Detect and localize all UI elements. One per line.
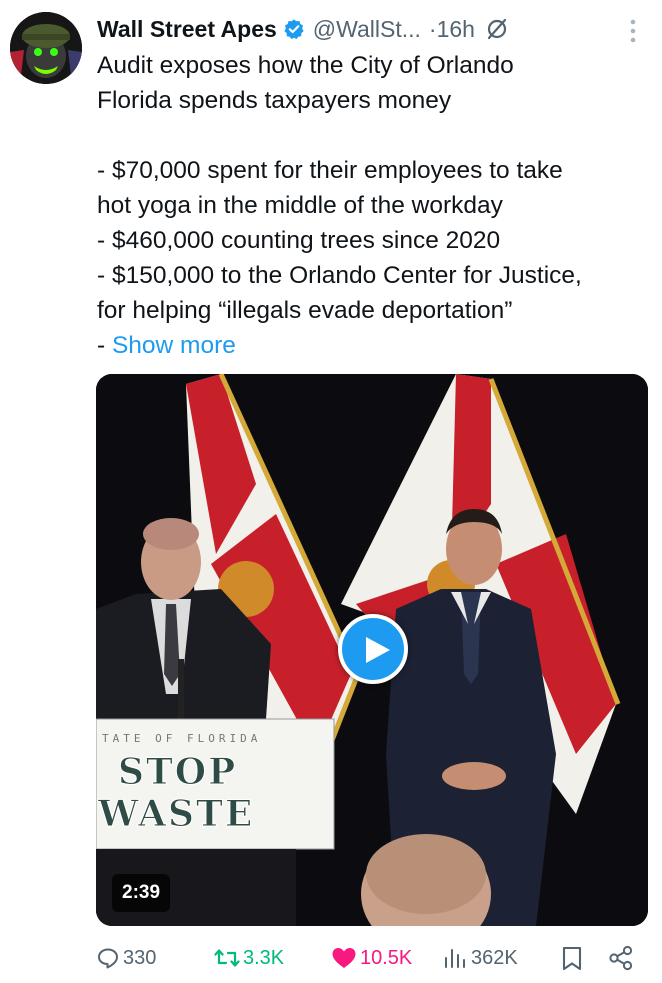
- heart-icon: [332, 948, 356, 968]
- repost-count: 3.3K: [243, 946, 285, 969]
- video-duration: 2:39: [112, 874, 171, 912]
- tweet-line: - $70,000 spent for their employees to t…: [97, 157, 563, 184]
- share-icon[interactable]: [608, 945, 634, 971]
- repost-icon: [214, 949, 240, 967]
- ape-avatar-icon: [10, 12, 82, 84]
- views-count: 362K: [471, 946, 518, 969]
- grok-icon[interactable]: [485, 17, 509, 41]
- play-icon: [366, 637, 390, 663]
- avatar[interactable]: [10, 12, 82, 84]
- play-button[interactable]: [338, 614, 408, 684]
- verified-badge-icon: [284, 19, 304, 40]
- bookmark-icon[interactable]: [561, 946, 583, 972]
- tweet-text: Audit exposes how the City of Orlando Fl…: [97, 48, 649, 363]
- reply-icon: [98, 948, 118, 969]
- tweet-time[interactable]: ·16h: [429, 16, 475, 43]
- reply-button[interactable]: 330: [96, 938, 156, 978]
- tweet-line: Audit exposes how the City of Orlando: [97, 52, 514, 79]
- show-more-line: - Show more: [97, 328, 649, 363]
- line-break: [97, 118, 649, 153]
- tweet-header: Wall Street Apes @WallSt... ·16h: [97, 12, 642, 46]
- views-button[interactable]: 362K: [442, 938, 518, 978]
- podium-stop-text: STOP: [118, 751, 237, 793]
- tweet-line: - $460,000 counting trees since 2020: [97, 227, 501, 254]
- tweet-line: - $150,000 to the Orlando Center for Jus…: [97, 262, 582, 289]
- like-count: 10.5K: [360, 946, 413, 969]
- podium-top-text: TATE OF FLORIDA: [102, 732, 261, 745]
- author-name[interactable]: Wall Street Apes: [97, 16, 277, 43]
- show-more-prefix: -: [97, 332, 112, 359]
- like-button[interactable]: 10.5K: [331, 938, 412, 978]
- action-bar: 330 3.3K 10.5K 362K: [96, 938, 648, 978]
- tweet-line: Florida spends taxpayers money: [97, 87, 452, 114]
- repost-button[interactable]: 3.3K: [214, 938, 284, 978]
- author-handle[interactable]: @WallSt...: [313, 16, 421, 43]
- more-options-icon[interactable]: [630, 18, 636, 44]
- show-more-link[interactable]: Show more: [112, 332, 236, 359]
- reply-count: 330: [123, 946, 157, 969]
- podium-waste-text: WASTE: [97, 793, 254, 835]
- tweet-line: hot yoga in the middle of the workday: [97, 192, 503, 219]
- views-icon: [445, 949, 465, 968]
- tweet-line: for helping “illegals evade deportation”: [97, 297, 513, 324]
